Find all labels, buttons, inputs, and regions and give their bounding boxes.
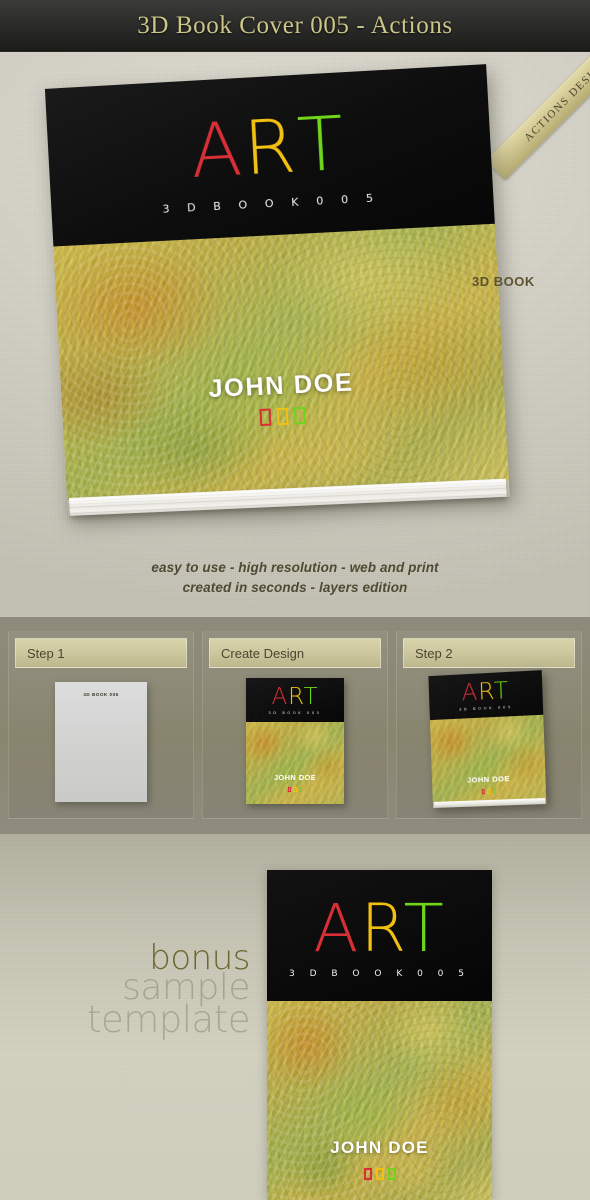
- bonus-poster-cover: ART 3 D B O O K 0 0 5 JOHN DOE: [267, 870, 492, 1200]
- flat-thumb-swatch-red: [288, 787, 292, 793]
- bonus-heading-group: bonus sample template: [0, 944, 250, 1036]
- 3d-thumb-swatch-red: [481, 789, 485, 795]
- flat-thumb-title: ART: [246, 686, 344, 709]
- step-panel-1-heading: Step 1: [15, 638, 187, 668]
- flat-thumb-letter-r: R: [288, 684, 303, 710]
- flat-cover-thumbnail: ART 3D BOOK 005 JOHN DOE: [246, 678, 344, 804]
- poster-swatch-yellow: [376, 1168, 384, 1180]
- poster-letter-r: R: [360, 890, 403, 967]
- step-panel-3-body: ART 3D BOOK 005 JOHN DOE: [403, 674, 575, 812]
- poster-swatch-red: [364, 1168, 372, 1180]
- poster-swatches: [267, 1168, 492, 1180]
- book-side-label: 3D BOOK: [472, 274, 535, 289]
- step-panel-3-heading: Step 2: [403, 638, 575, 668]
- hero-section: ACTIONS DESIGN ART 3 D B O O K 0 0 5 JOH…: [0, 52, 590, 617]
- book-cover: ART 3 D B O O K 0 0 5 JOHN DOE: [45, 64, 510, 516]
- hero-tagline: easy to use - high resolution - web and …: [0, 558, 590, 597]
- blank-page-label: 3D BOOK 005: [55, 692, 147, 697]
- flat-thumb-swatch-yellow: [293, 787, 297, 793]
- bonus-line-3: template: [0, 1004, 250, 1036]
- flat-thumb-subtitle: 3D BOOK 005: [246, 711, 344, 715]
- step-panel-2-body: ART 3D BOOK 005 JOHN DOE: [209, 674, 381, 812]
- 3d-thumb-swatch-yellow: [487, 788, 491, 794]
- swatch-yellow: [277, 408, 289, 426]
- step-panel-1[interactable]: Step 1 3D BOOK 005: [8, 631, 194, 819]
- blank-page-thumbnail: 3D BOOK 005: [55, 682, 147, 802]
- 3d-thumb-swatch-green: [492, 788, 496, 794]
- poster-letter-a: A: [313, 890, 360, 967]
- 3d-cover-thumbnail: ART 3D BOOK 005 JOHN DOE: [433, 676, 545, 808]
- hero-book-mockup: ART 3 D B O O K 0 0 5 JOHN DOE: [68, 88, 508, 548]
- 3d-thumb-letter-t: T: [493, 678, 509, 705]
- flat-thumb-swatches: [246, 787, 344, 793]
- window-title-bar: 3D Book Cover 005 - Actions: [0, 0, 590, 52]
- poster-author: JOHN DOE: [267, 1138, 492, 1158]
- poster-letter-t: T: [403, 890, 445, 967]
- ribbon-label: ACTIONS DESIGN: [522, 55, 590, 143]
- flat-thumb-letter-a: A: [271, 684, 288, 710]
- page-title: 3D Book Cover 005 - Actions: [137, 12, 453, 40]
- tagline-line-2: created in seconds - layers edition: [183, 580, 408, 595]
- step-panel-1-body: 3D BOOK 005: [15, 674, 187, 812]
- steps-section: Step 1 3D BOOK 005 Create Design ART 3D …: [0, 617, 590, 834]
- step-panel-2-heading: Create Design: [209, 638, 381, 668]
- step-panel-3[interactable]: Step 2 ART 3D BOOK 005 JOHN DOE: [396, 631, 582, 819]
- flat-thumb-swatch-green: [299, 787, 303, 793]
- poster-title: ART: [267, 896, 492, 962]
- tagline-line-1: easy to use - high resolution - web and …: [151, 560, 438, 575]
- swatch-green: [294, 407, 306, 425]
- title-letter-r: R: [242, 109, 300, 186]
- 3d-thumb-letter-a: A: [461, 680, 479, 707]
- 3d-thumb-body: ART 3D BOOK 005 JOHN DOE: [428, 670, 546, 808]
- title-letter-a: A: [189, 112, 246, 189]
- 3d-thumb-letter-r: R: [478, 679, 494, 706]
- poster-subtitle: 3 D B O O K 0 0 5: [267, 969, 492, 979]
- poster-swatch-green: [388, 1168, 396, 1180]
- flat-thumb-author: JOHN DOE: [246, 773, 344, 782]
- bonus-section: bonus sample template ART 3 D B O O K 0 …: [0, 834, 590, 1200]
- title-letter-t: T: [296, 106, 348, 183]
- artwork-speckle-texture: [53, 224, 508, 500]
- book-cover-artwork: [53, 224, 508, 500]
- step-panel-2[interactable]: Create Design ART 3D BOOK 005 JOHN DOE: [202, 631, 388, 819]
- swatch-red: [259, 408, 271, 426]
- flat-thumb-letter-t: T: [303, 684, 318, 710]
